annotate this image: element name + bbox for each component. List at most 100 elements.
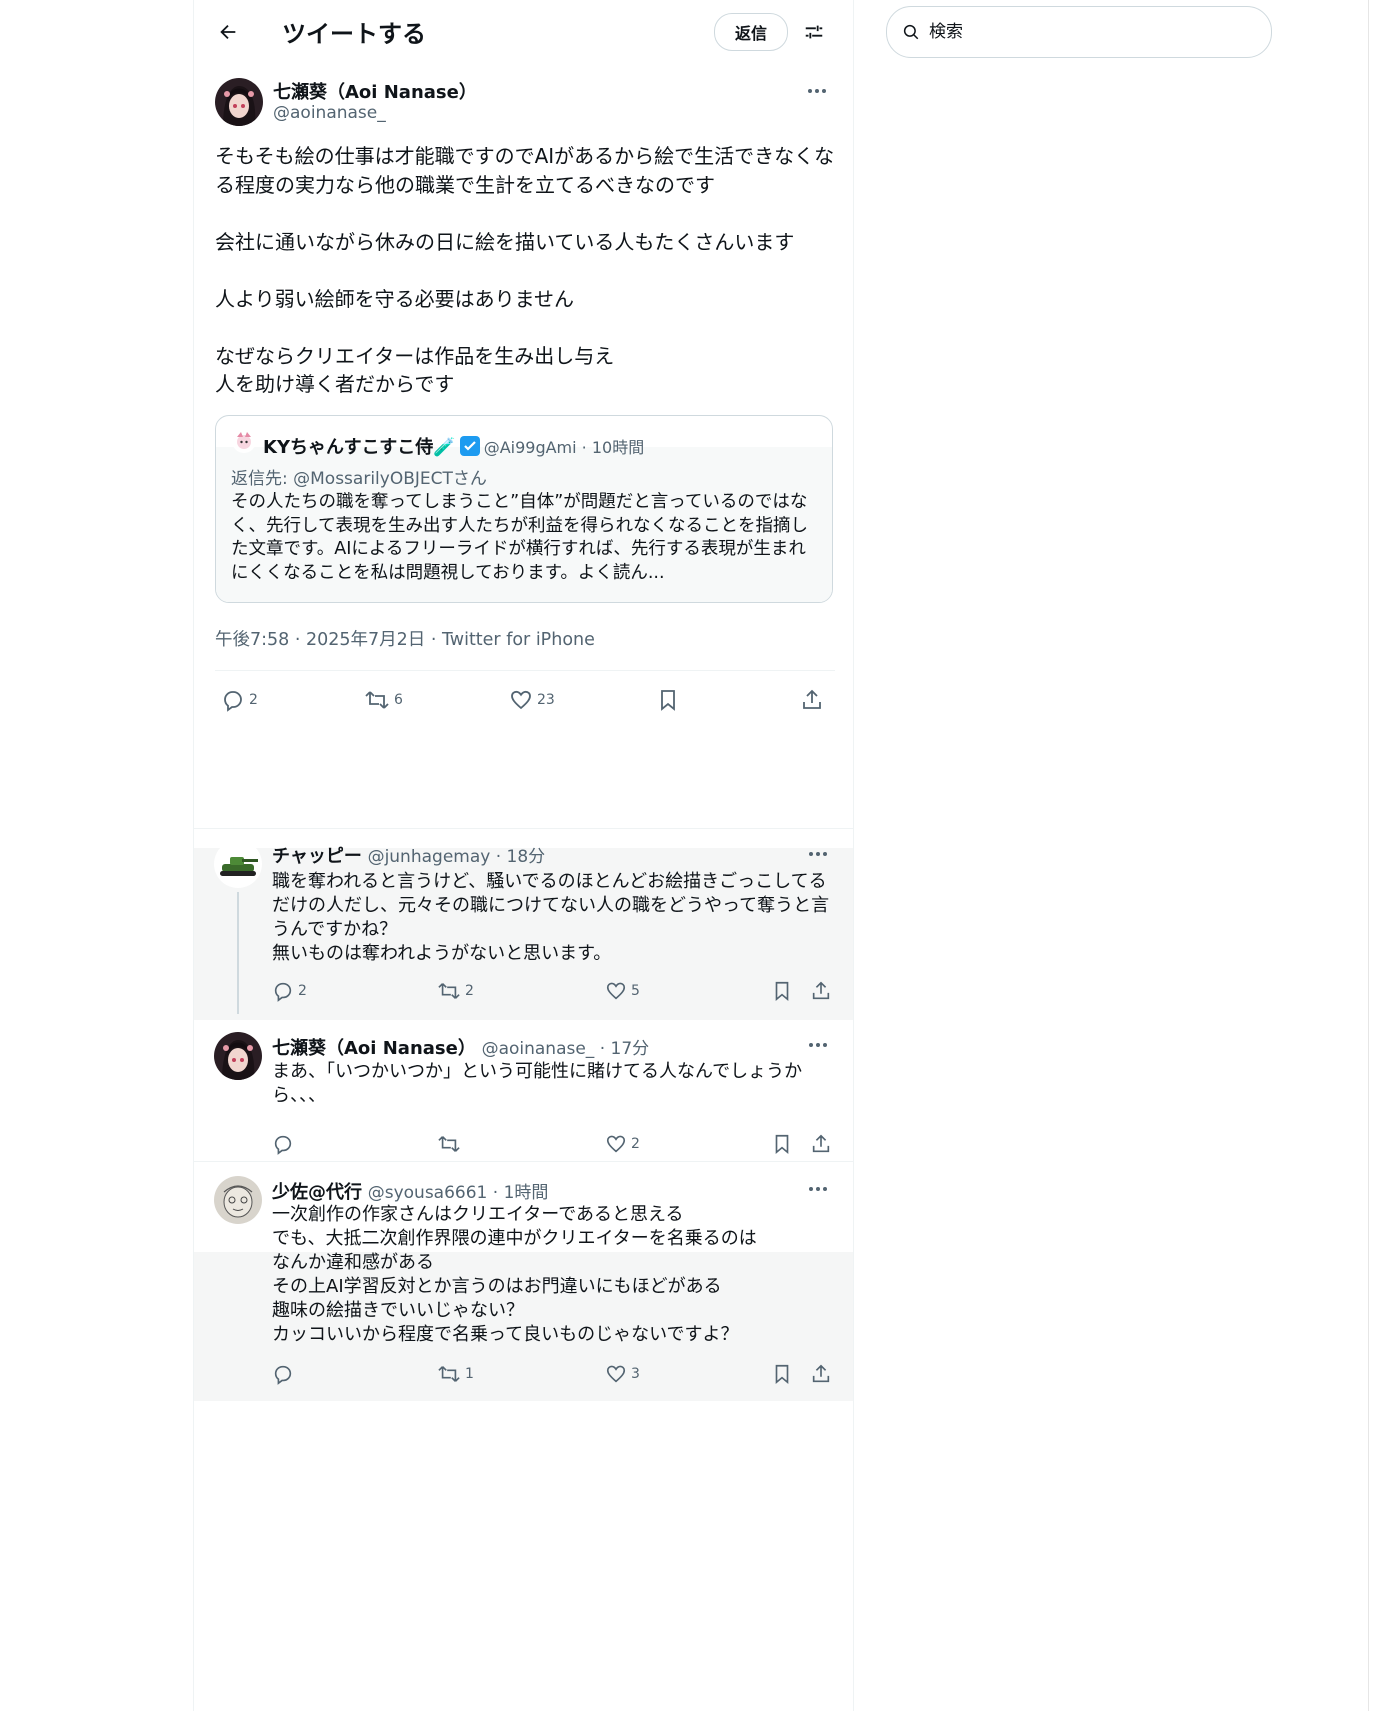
reply-text: まあ、「いつかいつか」という可能性に賭けてる人なんでしょうから、、、: [272, 1061, 803, 1106]
quote-header: KYちゃんすこすこ侍🧪 @Ai99gAmi · 10時間: [263, 433, 644, 459]
share-icon: [803, 689, 821, 709]
reply-icon: [274, 982, 292, 1002]
reply-author-name[interactable]: チャッピー: [272, 846, 362, 867]
back-arrow-icon: [220, 24, 236, 40]
more-options-button[interactable]: [804, 1180, 832, 1198]
author-name[interactable]: 七瀬葵（Aoi Nanase）: [273, 78, 477, 104]
bookmark-icon: [775, 981, 789, 1002]
author-handle[interactable]: @aoinanase_: [273, 103, 386, 123]
like-count: 5: [631, 983, 640, 999]
quote-avatar: [232, 429, 256, 453]
reply-tweet[interactable]: チャッピー @junhagemay · 18分 職を奪われると言うけど、騒いでる…: [194, 840, 853, 1020]
reply-author-name[interactable]: 少佐@代行: [272, 1182, 362, 1203]
reply-button[interactable]: 返信: [714, 13, 788, 51]
share-icon: [812, 1134, 830, 1153]
retweet-count: 6: [394, 692, 403, 708]
reply-action[interactable]: [272, 1133, 298, 1155]
reply-icon: [274, 1135, 292, 1155]
more-options-button[interactable]: [804, 1036, 832, 1054]
search-icon: [901, 22, 921, 42]
page-header: ツイートする 返信: [194, 0, 853, 64]
bookmark-action[interactable]: [771, 980, 793, 1002]
retweet-icon: [438, 983, 460, 999]
back-button[interactable]: [212, 16, 244, 48]
reply-tweet[interactable]: 七瀬葵（Aoi Nanase） @aoinanase_ · 17分 まあ、「いつ…: [194, 1020, 853, 1161]
like-action[interactable]: 23: [509, 688, 555, 712]
bookmark-icon: [775, 1134, 789, 1155]
retweet-icon: [365, 691, 389, 709]
retweet-icon: [438, 1136, 460, 1152]
reply-action[interactable]: [272, 1363, 298, 1385]
retweet-count: 2: [465, 983, 474, 999]
quote-reply-to: 返信先: @MossarilyOBJECTさん: [231, 469, 487, 489]
heart-icon: [606, 1135, 626, 1153]
retweet-count: 1: [465, 1366, 474, 1382]
share-action[interactable]: [810, 1133, 832, 1155]
pink-character-avatar-icon: [232, 429, 256, 453]
like-count: 2: [631, 1136, 640, 1152]
anime-girl-avatar-icon: [214, 1032, 262, 1080]
page-edge: [1368, 0, 1369, 1711]
bookmark-action[interactable]: [771, 1363, 793, 1385]
reply-meta: @junhagemay · 18分: [367, 847, 546, 867]
verified-badge-icon: [459, 436, 480, 456]
share-action[interactable]: [810, 1363, 832, 1385]
retweet-action[interactable]: 1: [437, 1363, 474, 1385]
reply-icon: [274, 1365, 292, 1385]
divider: [215, 670, 835, 671]
bookmark-action[interactable]: [656, 688, 680, 712]
more-options-button[interactable]: [803, 82, 831, 100]
heart-icon: [606, 982, 626, 1000]
reply-action[interactable]: 2: [272, 980, 307, 1002]
avatar[interactable]: [215, 78, 263, 126]
share-icon: [812, 1364, 830, 1383]
reply-text: 職を奪われると言うけど、騒いでるのほとんどお絵描きごっこしてるだけの人だし、元々…: [272, 871, 830, 964]
quote-text: その人たちの職を奪ってしまうこと”自体”が問題だと言っているのではなく、先行して…: [231, 492, 808, 583]
sliders-icon: [805, 25, 823, 39]
search-input[interactable]: [927, 21, 1251, 43]
bookmark-icon: [661, 690, 675, 711]
avatar[interactable]: [214, 1176, 262, 1224]
like-action[interactable]: 5: [605, 980, 640, 1002]
heart-icon: [606, 1365, 626, 1383]
tweet-timestamp[interactable]: 午後7:58 · 2025年7月2日 · Twitter for iPhone: [215, 626, 595, 651]
reply-author-name[interactable]: 七瀬葵（Aoi Nanase）: [272, 1038, 476, 1059]
reply-tweet[interactable]: 少佐@代行 @syousa6661 · 1時間 一次創作の作家さんはクリエイター…: [194, 1162, 853, 1401]
retweet-action[interactable]: [437, 1133, 465, 1155]
quoted-tweet[interactable]: KYちゃんすこすこ侍🧪 @Ai99gAmi · 10時間 返信先: @Mossa…: [215, 415, 833, 603]
reply-text: 一次創作の作家さんはクリエイターであると思える でも、大抵二次創作界隈の連中がク…: [272, 1204, 757, 1345]
sketch-face-avatar-icon: [214, 1176, 262, 1224]
avatar[interactable]: [214, 1032, 262, 1080]
like-count: 23: [537, 692, 555, 708]
reply-meta: @syousa6661 · 1時間: [367, 1183, 549, 1203]
reply-header: 少佐@代行 @syousa6661 · 1時間: [272, 1178, 548, 1204]
reply-count: 2: [298, 983, 307, 999]
anime-girl-avatar-icon: [215, 78, 263, 126]
avatar[interactable]: [214, 840, 262, 888]
bookmark-icon: [775, 1364, 789, 1385]
bookmark-action[interactable]: [771, 1133, 793, 1155]
heart-icon: [511, 690, 531, 710]
like-action[interactable]: 3: [605, 1363, 640, 1385]
reply-header: 七瀬葵（Aoi Nanase） @aoinanase_ · 17分: [272, 1034, 649, 1060]
more-options-button[interactable]: [804, 845, 832, 863]
like-count: 3: [631, 1366, 640, 1382]
share-action[interactable]: [810, 980, 832, 1002]
primary-column: ツイートする 返信 七瀬葵（Aoi Nanase） @aoinanase_ そも…: [193, 0, 854, 1711]
reply-count: 2: [249, 692, 258, 708]
search-box[interactable]: [886, 6, 1272, 58]
reply-composer-area: [194, 724, 853, 829]
reply-icon: [224, 691, 242, 712]
retweet-icon: [438, 1366, 460, 1382]
retweet-action[interactable]: 2: [437, 980, 474, 1002]
page-title: ツイートする: [282, 20, 426, 48]
share-icon: [812, 981, 830, 1000]
thread-line: [237, 892, 239, 1014]
tank-avatar-icon: [214, 840, 262, 888]
reply-action[interactable]: 2: [221, 688, 258, 712]
like-action[interactable]: 2: [605, 1133, 640, 1155]
retweet-action[interactable]: 6: [364, 688, 403, 712]
filter-button[interactable]: [798, 16, 830, 48]
reply-header: チャッピー @junhagemay · 18分: [272, 842, 545, 868]
share-action[interactable]: [800, 688, 824, 712]
